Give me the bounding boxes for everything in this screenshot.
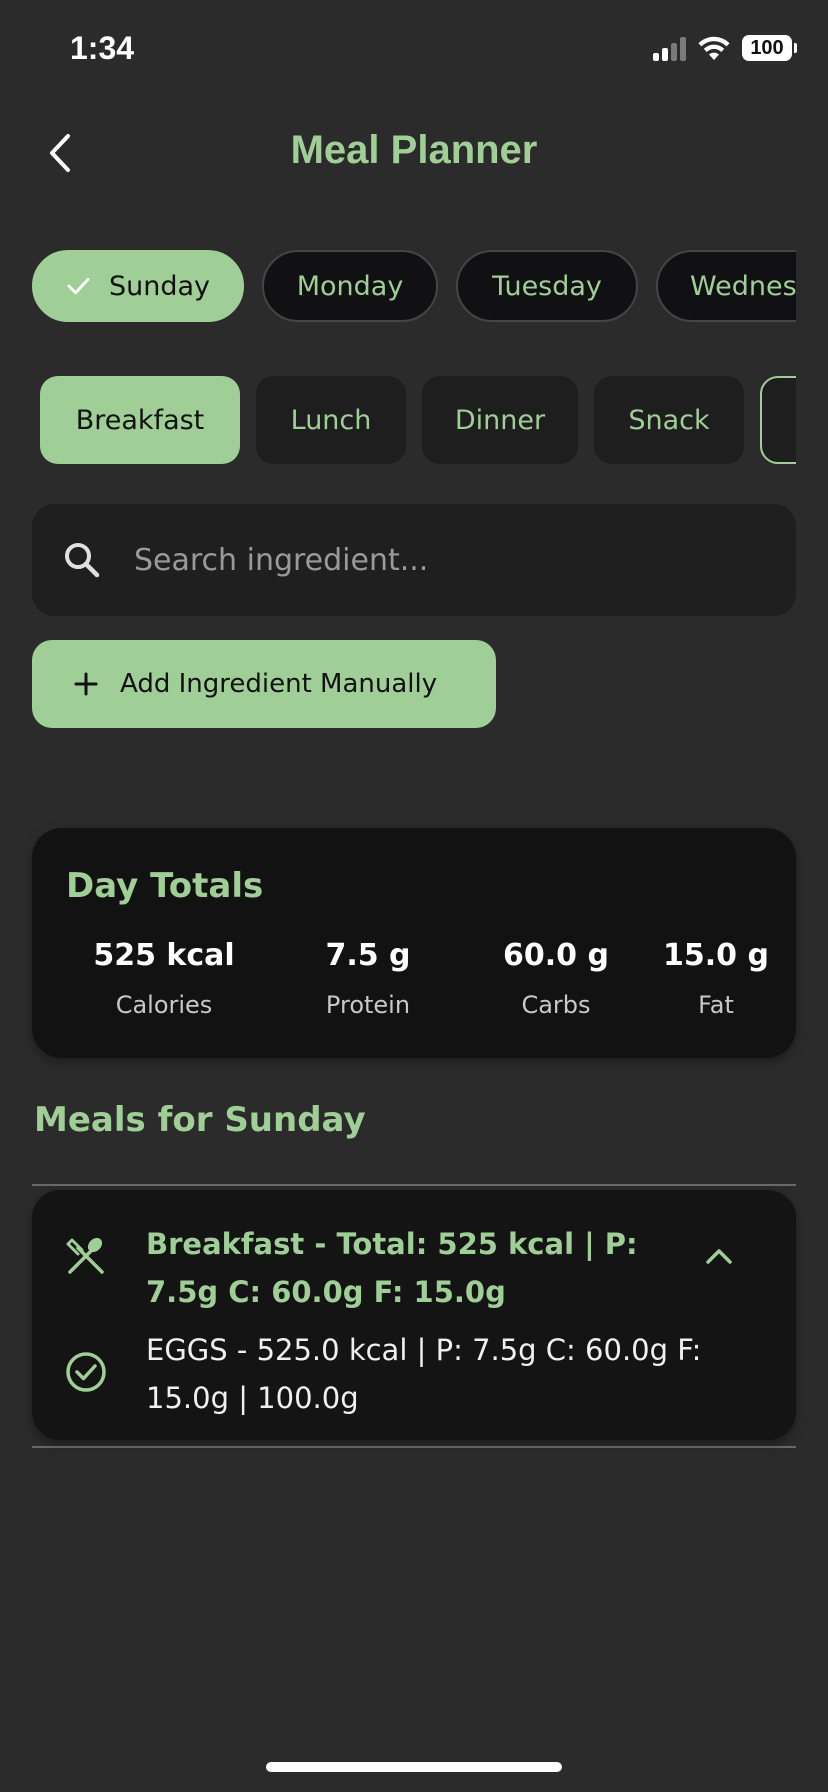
meal-list: Breakfast - Total: 525 kcal | P: 7.5g C:… [32,1184,796,1448]
page-title: Meal Planner [290,128,538,172]
day-chip-label: Tuesday [492,270,602,302]
ingredient-row[interactable]: EGGS - 525.0 kcal | P: 7.5g C: 60.0g F: … [32,1326,796,1436]
day-chip-label: Wednes [690,270,796,302]
day-chip-wednesday[interactable]: Wednes [656,250,796,322]
total-label: Calories [115,991,213,1019]
add-ingredient-button[interactable]: Add Ingredient Manually [32,640,496,728]
tab-label: Lunch [290,404,372,436]
check-icon [67,277,90,295]
battery-icon: 100 [742,35,797,61]
total-label: Protein [325,991,411,1019]
status-time: 1:34 [70,30,135,66]
total-value: 15.0 g [663,938,769,973]
search-box[interactable] [32,504,796,616]
meal-type-tabs: Breakfast Lunch Dinner Snack [40,376,796,466]
meal-header[interactable]: Breakfast - Total: 525 kcal | P: 7.5g C:… [32,1190,796,1320]
tab-label: Breakfast [75,404,205,436]
tab-label: Snack [628,404,710,436]
total-carbs: 60.0 g Carbs [456,938,656,1019]
total-fat: 15.0 g Fat [646,938,786,1019]
meals-heading: Meals for Sunday [34,1100,366,1140]
search-icon [60,538,104,582]
total-value: 60.0 g [503,938,609,973]
wifi-icon [698,36,730,60]
plus-icon [74,672,98,696]
utensils-icon [66,1237,104,1274]
status-icons: 100 [653,34,797,62]
search-input[interactable] [132,541,736,579]
day-chip-sunday[interactable]: Sunday [32,250,244,322]
meal-summary: Breakfast - Total: 525 kcal | P: 7.5g C:… [146,1227,638,1309]
tab-dinner[interactable]: Dinner [422,376,578,464]
check-circle-icon [66,1352,106,1392]
status-bar: 1:34 100 [0,0,828,100]
cellular-signal-icon [653,35,686,61]
ingredient-text: EGGS - 525.0 kcal | P: 7.5g C: 60.0g F: … [146,1333,702,1415]
day-chip-tuesday[interactable]: Tuesday [456,250,638,322]
day-chip-monday[interactable]: Monday [262,250,438,322]
total-value: 7.5 g [325,938,411,973]
tab-snack[interactable]: Snack [594,376,744,464]
battery-level: 100 [750,36,784,59]
app-header: Meal Planner [0,110,828,200]
tab-more[interactable] [760,376,796,464]
day-totals-card: Day Totals 525 kcal Calories 7.5 g Prote… [32,828,796,1058]
day-totals-title: Day Totals [66,866,264,906]
tab-lunch[interactable]: Lunch [256,376,406,464]
meal-card-breakfast: Breakfast - Total: 525 kcal | P: 7.5g C:… [32,1190,796,1440]
total-label: Fat [698,991,734,1019]
total-value: 525 kcal [93,938,235,973]
day-chip-label: Monday [296,270,404,302]
day-selector: Sunday Monday Tuesday Wednes [32,250,796,326]
add-ingredient-label: Add Ingredient Manually [120,669,438,699]
total-label: Carbs [521,991,591,1019]
tab-label: Dinner [454,404,546,436]
tab-breakfast[interactable]: Breakfast [40,376,240,464]
home-indicator [266,1762,562,1772]
day-chip-label: Sunday [108,270,210,302]
total-protein: 7.5 g Protein [268,938,468,1019]
total-calories: 525 kcal Calories [64,938,264,1019]
chevron-up-icon[interactable] [702,1240,736,1274]
